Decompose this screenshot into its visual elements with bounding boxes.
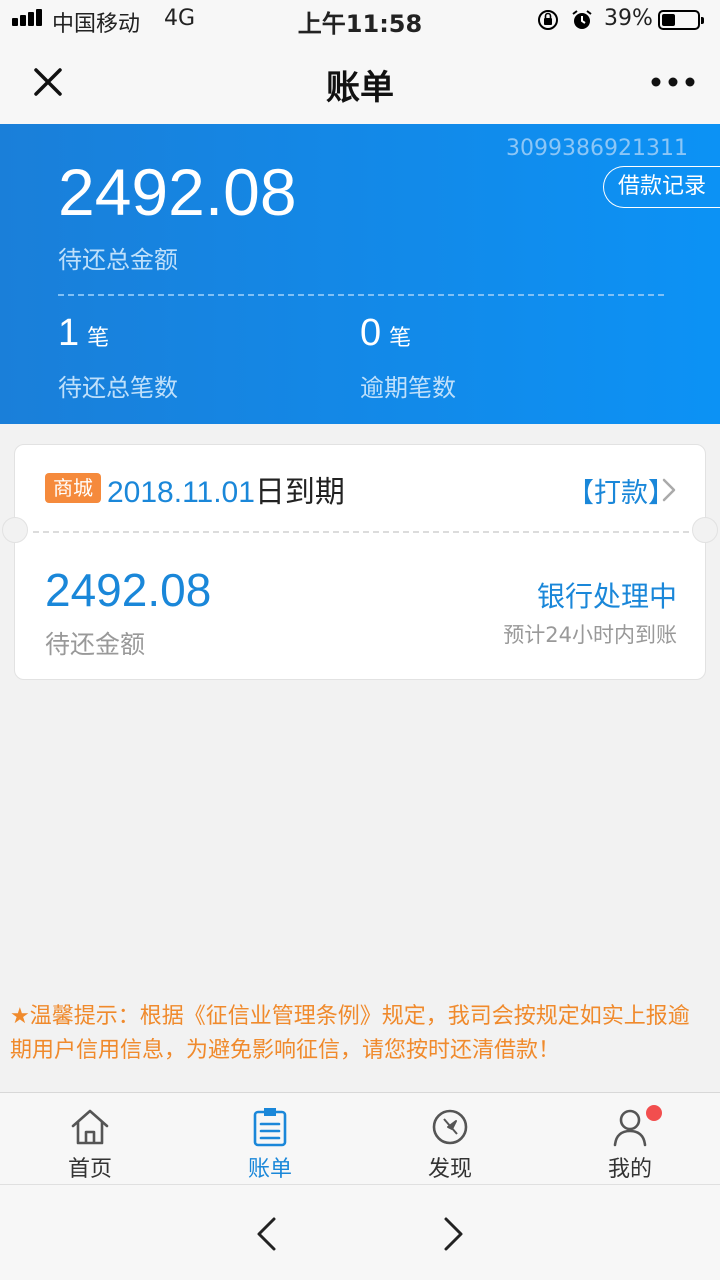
status-bar: 中国移动 4G 上午11:58 39% — [0, 0, 720, 40]
battery-percent: 39% — [604, 6, 653, 31]
battery-icon — [658, 10, 704, 30]
orientation-lock-icon — [538, 10, 558, 30]
total-amount-label: 待还总金额 — [58, 246, 178, 274]
tab-home-label: 首页 — [67, 1157, 112, 1182]
browser-toolbar — [0, 1184, 720, 1280]
tab-mine[interactable]: 我的 — [540, 1093, 720, 1185]
card-divider — [33, 531, 689, 533]
pending-count-value: 1 — [58, 312, 80, 354]
tab-discover-label: 发现 — [427, 1157, 472, 1182]
bank-status: 银行处理中 — [536, 580, 677, 613]
tab-home[interactable]: 首页 — [0, 1093, 180, 1185]
compass-icon — [432, 1109, 468, 1145]
forward-arrow-icon[interactable] — [440, 1215, 468, 1253]
chevron-right-icon[interactable] — [659, 477, 679, 503]
bill-amount-label: 待还金额 — [45, 630, 146, 659]
overdue-count-unit: 笔 — [389, 325, 412, 350]
total-amount: 2492.08 — [58, 155, 297, 229]
account-number: 3099386921311 — [506, 136, 688, 161]
divider — [58, 294, 664, 296]
mall-tag: 商城 — [45, 473, 101, 503]
tab-bill-label: 账单 — [247, 1157, 292, 1182]
due-date: 2018.11.01 — [107, 476, 255, 509]
back-arrow-icon[interactable] — [252, 1215, 280, 1253]
more-icon[interactable] — [650, 76, 696, 88]
bill-card[interactable]: 商城 2018.11.01日到期 【打款】 2492.08 待还金额 银行处理中… — [2, 444, 718, 680]
overdue-count-label: 逾期笔数 — [360, 374, 456, 402]
bill-summary-panel: 3099386921311 借款记录 2492.08 待还总金额 1笔 待还总笔… — [0, 124, 720, 424]
tab-bar: 首页 账单 发现 我的 — [0, 1092, 720, 1184]
loan-record-button[interactable]: 借款记录 — [602, 166, 720, 208]
page-title: 账单 — [326, 68, 394, 108]
overdue-count: 0笔 — [360, 312, 411, 355]
pending-count-label: 待还总笔数 — [58, 374, 178, 402]
pending-count-unit: 笔 — [87, 325, 110, 350]
card-notch-right — [692, 517, 718, 543]
home-icon — [71, 1109, 109, 1145]
arrival-estimate: 预计24小时内到账 — [503, 623, 677, 647]
alarm-icon — [572, 10, 592, 29]
due-suffix: 日到期 — [254, 475, 345, 510]
due-date-line: 2018.11.01日到期 — [107, 467, 345, 511]
overdue-count-value: 0 — [360, 312, 382, 354]
warm-tip: ★温馨提示：根据《征信业管理条例》规定，我司会按规定如实上报逾期用户信用信息，为… — [10, 1000, 710, 1068]
tab-bill[interactable]: 账单 — [180, 1093, 360, 1185]
pending-count: 1笔 — [58, 312, 109, 355]
battery-nub — [701, 17, 704, 24]
tip-text: 温馨提示：根据《征信业管理条例》规定，我司会按规定如实上报逾期用户信用信息，为避… — [10, 1004, 690, 1063]
bill-amount: 2492.08 — [45, 564, 212, 616]
star-icon: ★ — [10, 1004, 30, 1029]
battery-level — [662, 14, 675, 26]
card-notch-left — [2, 517, 28, 543]
notification-badge — [646, 1105, 662, 1121]
bill-icon — [253, 1108, 287, 1147]
tab-discover[interactable]: 发现 — [360, 1093, 540, 1185]
tab-mine-label: 我的 — [607, 1157, 652, 1182]
navigation-bar: 账单 — [0, 40, 720, 124]
